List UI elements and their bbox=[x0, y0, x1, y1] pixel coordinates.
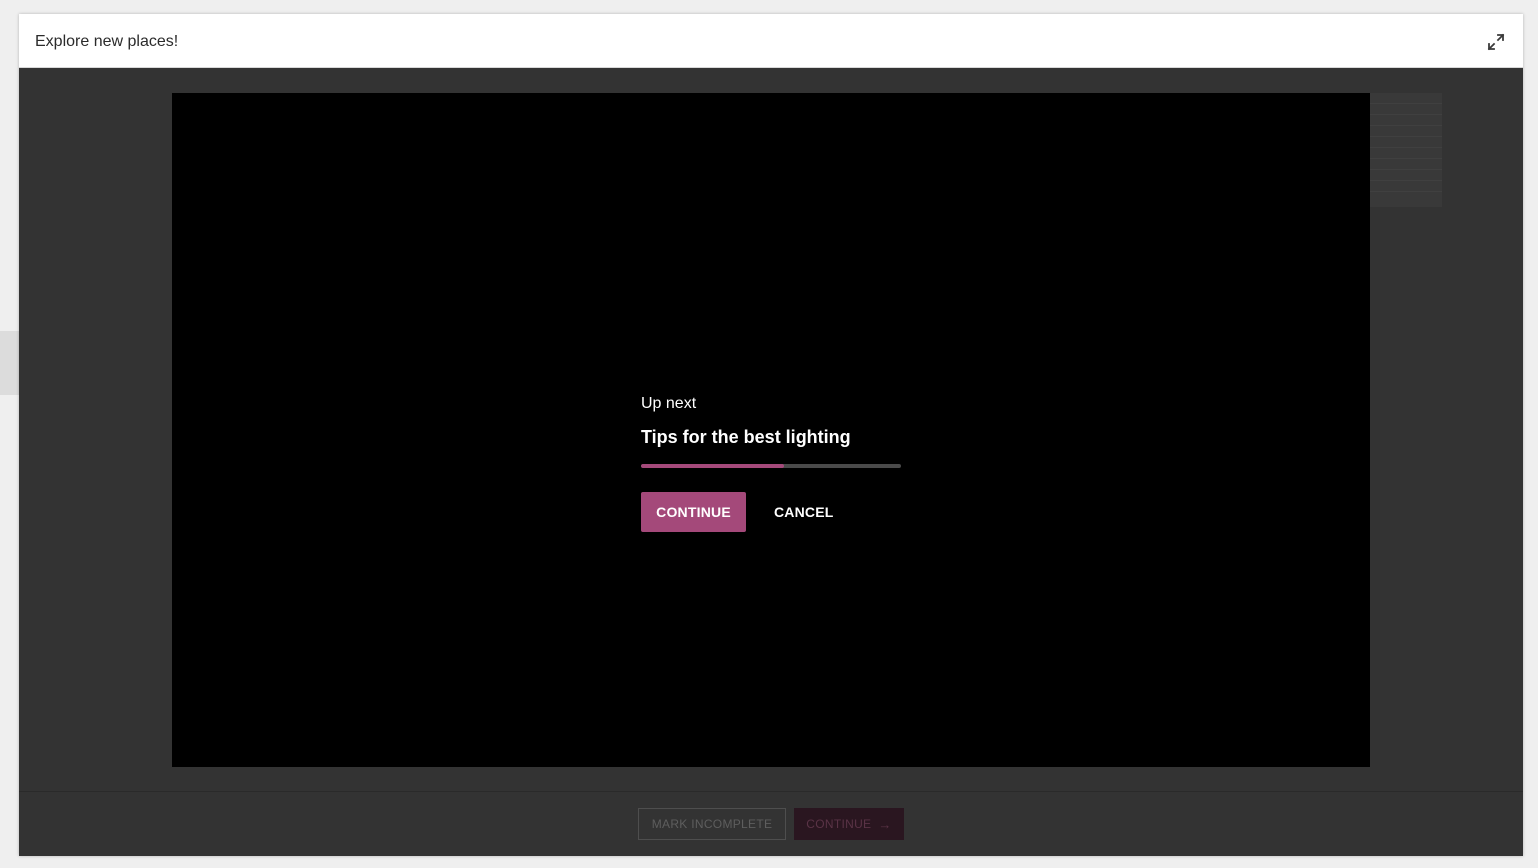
background-panel bbox=[1370, 93, 1442, 207]
countdown-progress-bar bbox=[641, 464, 901, 468]
expand-icon[interactable] bbox=[1485, 31, 1507, 53]
window-titlebar: Explore new places! bbox=[19, 14, 1523, 68]
up-next-title: Tips for the best lighting bbox=[641, 427, 851, 447]
up-next-label: Up next bbox=[641, 395, 697, 412]
countdown-progress-fill bbox=[641, 464, 784, 468]
continue-button[interactable]: CONTINUE bbox=[641, 492, 746, 532]
video-player[interactable]: Up next Tips for the best lighting CONTI… bbox=[172, 93, 1370, 767]
window-title: Explore new places! bbox=[35, 33, 179, 50]
up-next-overlay: Up next Tips for the best lighting CONTI… bbox=[641, 393, 901, 532]
footer-continue-button[interactable]: CONTINUE → bbox=[794, 808, 904, 840]
side-panel-tab[interactable] bbox=[0, 331, 19, 395]
lesson-footer: MARK INCOMPLETE CONTINUE → bbox=[19, 791, 1523, 856]
arrow-right-icon: → bbox=[878, 816, 892, 832]
footer-continue-label: CONTINUE bbox=[806, 817, 872, 831]
cancel-button[interactable]: CANCEL bbox=[763, 492, 845, 532]
up-next-actions: CONTINUE CANCEL bbox=[641, 492, 901, 532]
lesson-window: Explore new places! Up next Tips for the… bbox=[19, 14, 1523, 856]
mark-incomplete-button[interactable]: MARK INCOMPLETE bbox=[638, 808, 786, 840]
